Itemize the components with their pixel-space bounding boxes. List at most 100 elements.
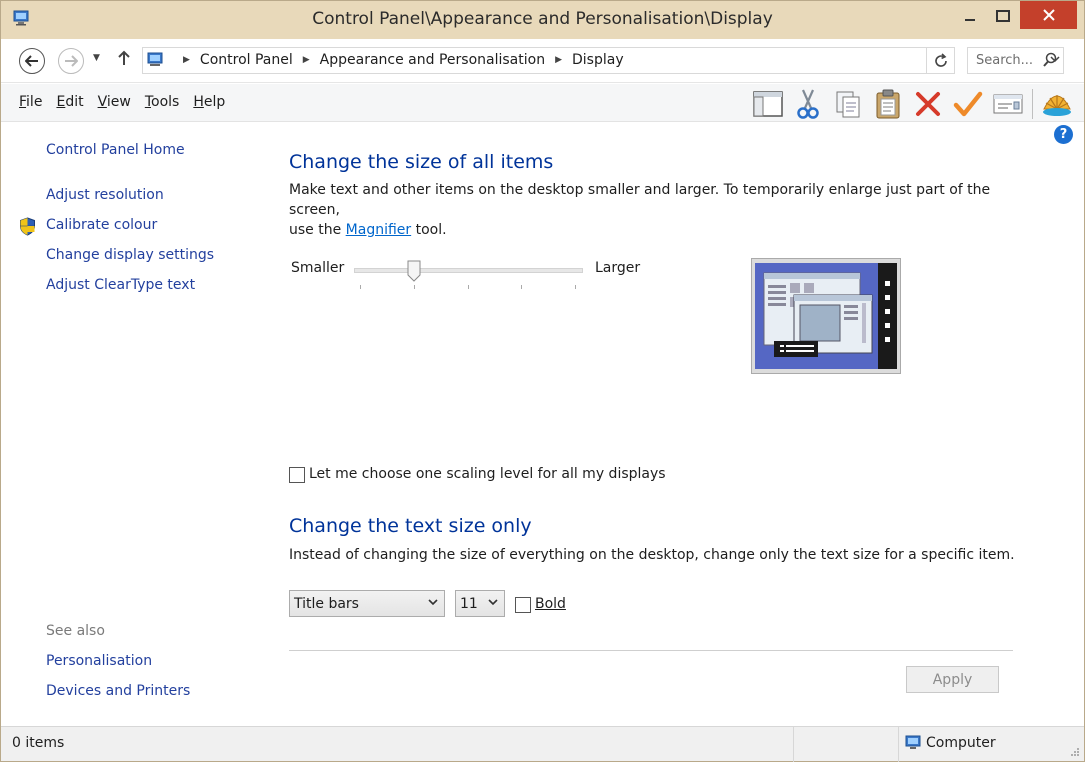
- check-button[interactable]: [948, 87, 988, 121]
- check-icon: [953, 91, 983, 117]
- status-bar: 0 items Computer: [1, 726, 1084, 762]
- toolbar-separator: [1032, 89, 1033, 119]
- left-pane: Control Panel Home Adjust resolution Cal…: [1, 123, 261, 725]
- sidebar-item-adjust-cleartype[interactable]: Adjust ClearType text: [46, 277, 195, 293]
- cut-icon: [797, 89, 819, 119]
- resize-grip-icon[interactable]: [1070, 747, 1080, 757]
- status-location: Computer: [904, 735, 996, 751]
- search-box[interactable]: [967, 47, 1064, 74]
- window-title: Control Panel\Appearance and Personalisa…: [312, 9, 773, 29]
- breadcrumb-display[interactable]: Display: [572, 52, 624, 68]
- maximize-button[interactable]: [987, 1, 1019, 31]
- size-slider-track[interactable]: [354, 268, 583, 273]
- chevron-down-icon: ▼: [93, 53, 100, 63]
- title-bar[interactable]: Control Panel\Appearance and Personalisa…: [1, 1, 1084, 39]
- up-arrow-icon: [118, 50, 130, 65]
- delete-button[interactable]: [908, 87, 948, 121]
- menu-bar: File Edit View Tools Help: [1, 84, 1084, 122]
- search-icon[interactable]: [1043, 52, 1057, 68]
- back-arrow-icon: [25, 55, 38, 67]
- display-preview: [751, 258, 901, 374]
- sidebar-item-calibrate-colour[interactable]: Calibrate colour: [46, 217, 157, 233]
- shell-icon: [1043, 95, 1071, 116]
- magnifier-link[interactable]: Magnifier: [346, 222, 412, 238]
- refresh-icon: [934, 52, 947, 67]
- bold-checkbox-label[interactable]: Bold: [535, 596, 566, 612]
- refresh-button[interactable]: [927, 47, 955, 74]
- shell-button[interactable]: [1037, 87, 1077, 121]
- menu-help[interactable]: Help: [193, 94, 225, 110]
- properties-icon: [993, 94, 1023, 114]
- maximize-icon: [996, 10, 1010, 22]
- breadcrumb-control-panel[interactable]: Control Panel: [200, 52, 293, 68]
- back-button[interactable]: [19, 48, 45, 74]
- menu-file[interactable]: File: [19, 94, 42, 110]
- paste-icon: [876, 89, 900, 119]
- slider-tick: [468, 285, 469, 289]
- menu-tools[interactable]: Tools: [145, 94, 180, 110]
- computer-icon: [905, 735, 921, 749]
- sidebar-item-personalisation[interactable]: Personalisation: [46, 653, 152, 669]
- status-separator: [793, 727, 794, 762]
- scaling-checkbox[interactable]: [289, 467, 305, 483]
- item-count: 0 items: [12, 735, 65, 751]
- close-button[interactable]: [1020, 1, 1077, 29]
- breadcrumb-separator-icon[interactable]: ▶: [303, 55, 310, 65]
- sidebar-item-change-display-settings[interactable]: Change display settings: [46, 247, 214, 263]
- recent-locations-button[interactable]: ▼: [93, 53, 100, 63]
- display-preview-image: [755, 263, 897, 369]
- paste-button[interactable]: [868, 87, 908, 121]
- menu-edit[interactable]: Edit: [56, 94, 83, 110]
- apply-button[interactable]: Apply: [906, 666, 999, 693]
- sidebar-item-adjust-resolution[interactable]: Adjust resolution: [46, 187, 164, 203]
- section-title-size-all: Change the size of all items: [289, 151, 554, 173]
- see-also-label: See also: [46, 623, 105, 639]
- properties-button[interactable]: [988, 87, 1028, 121]
- section-description-size-all: Make text and other items on the desktop…: [289, 182, 991, 238]
- slider-min-label: Smaller: [291, 260, 345, 276]
- breadcrumb: ▶ Control Panel ▶ Appearance and Persona…: [173, 52, 624, 68]
- slider-tick: [360, 285, 361, 289]
- item-select[interactable]: Title bars: [289, 590, 445, 617]
- copy-button[interactable]: [828, 87, 868, 121]
- size-slider-thumb[interactable]: [407, 260, 421, 282]
- breadcrumb-separator-icon[interactable]: ▶: [183, 55, 190, 65]
- breadcrumb-separator-icon[interactable]: ▶: [555, 55, 562, 65]
- copy-icon: [836, 91, 860, 118]
- up-button[interactable]: [118, 50, 130, 70]
- forward-button[interactable]: [58, 48, 84, 74]
- sidebar-item-home[interactable]: Control Panel Home: [46, 142, 185, 158]
- toolbar: [748, 87, 1077, 121]
- chevron-down-icon: [428, 599, 438, 606]
- forward-arrow-icon: [65, 55, 78, 67]
- main-pane: Change the size of all items Make text a…: [261, 123, 1084, 725]
- section-divider: [289, 650, 1013, 651]
- scaling-checkbox-label[interactable]: Let me choose one scaling level for all …: [309, 466, 666, 482]
- slider-tick: [521, 285, 522, 289]
- sidebar-item-devices-printers[interactable]: Devices and Printers: [46, 683, 190, 699]
- menu-view[interactable]: View: [98, 94, 131, 110]
- section-title-text-size: Change the text size only: [289, 515, 532, 537]
- minimize-button[interactable]: [954, 1, 986, 31]
- bold-checkbox[interactable]: [515, 597, 531, 613]
- pane-button[interactable]: [748, 87, 788, 121]
- close-icon: [1042, 9, 1055, 21]
- address-field[interactable]: ▶ Control Panel ▶ Appearance and Persona…: [142, 47, 1060, 74]
- status-separator: [898, 727, 899, 762]
- slider-tick: [414, 285, 415, 289]
- size-select[interactable]: 11: [455, 590, 505, 617]
- control-panel-icon: [147, 52, 163, 66]
- section-description-text-size: Instead of changing the size of everythi…: [289, 547, 1015, 563]
- shield-icon: [20, 217, 35, 236]
- menu-items: File Edit View Tools Help: [19, 94, 225, 110]
- status-location-label: Computer: [926, 735, 996, 751]
- control-panel-window: Control Panel\Appearance and Personalisa…: [0, 0, 1085, 762]
- address-bar: ▼ ▶ Control Panel ▶ Appearance and Perso…: [1, 39, 1084, 83]
- minimize-icon: [965, 19, 975, 21]
- breadcrumb-appearance[interactable]: Appearance and Personalisation: [320, 52, 545, 68]
- cut-button[interactable]: [788, 87, 828, 121]
- chevron-down-icon: [488, 599, 498, 606]
- search-input[interactable]: [968, 48, 1038, 73]
- delete-icon: [916, 92, 940, 116]
- size-select-value: 11: [460, 596, 478, 612]
